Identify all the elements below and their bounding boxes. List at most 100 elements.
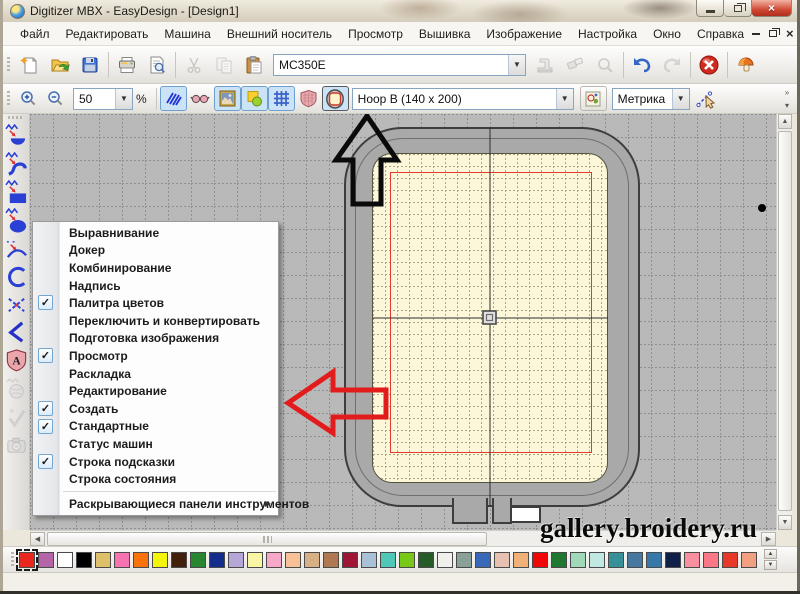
toolbar-grip[interactable]: [7, 91, 10, 107]
palette-color-27[interactable]: [513, 552, 529, 568]
restore-button[interactable]: [724, 0, 752, 17]
palette-color-4[interactable]: [76, 552, 92, 568]
palette-color-9[interactable]: [171, 552, 187, 568]
context-menu-item[interactable]: Выравнивание: [33, 224, 278, 242]
menu-item-Окно[interactable]: Окно: [645, 23, 689, 45]
menu-item-Файл[interactable]: Файл: [12, 23, 58, 45]
apply-tool[interactable]: [4, 402, 29, 430]
zoom-out-button[interactable]: [42, 86, 69, 111]
paste-button[interactable]: [239, 50, 269, 80]
toolbar-grip[interactable]: [11, 552, 14, 568]
palette-color-7[interactable]: [133, 552, 149, 568]
context-menu-item[interactable]: Строка состояния: [33, 470, 278, 488]
palette-color-1[interactable]: [19, 552, 35, 568]
new-design-button[interactable]: [15, 50, 45, 80]
context-menu-item[interactable]: Статус машин: [33, 435, 278, 453]
reshape-button[interactable]: [694, 86, 721, 111]
palette-color-30[interactable]: [570, 552, 586, 568]
palette-color-13[interactable]: [247, 552, 263, 568]
open-design-button[interactable]: [45, 50, 75, 80]
vertical-scrollbar[interactable]: ▲ ▼: [776, 114, 792, 530]
menu-item-Внешний носитель[interactable]: Внешний носитель: [219, 23, 340, 45]
menu-item-Редактировать[interactable]: Редактировать: [58, 23, 157, 45]
digitize-rectangle-tool[interactable]: [4, 178, 29, 206]
show-hoop-toggle[interactable]: [322, 86, 349, 111]
close-design-button[interactable]: [694, 50, 724, 80]
dropdown-arrow-icon[interactable]: ▼: [556, 89, 573, 109]
dropdown-arrow-icon[interactable]: ▼: [508, 55, 525, 75]
hoop-center-marker[interactable]: [483, 311, 496, 324]
palette-color-24[interactable]: [456, 552, 472, 568]
stitch-tool[interactable]: [4, 374, 29, 402]
design-wizard-button[interactable]: [731, 50, 761, 80]
context-menu-item[interactable]: Раскрывающиеся панели инструментов▶: [33, 495, 278, 513]
menu-item-Настройка[interactable]: Настройка: [570, 23, 645, 45]
palette-color-14[interactable]: [266, 552, 282, 568]
cut-button[interactable]: [179, 50, 209, 80]
palette-color-22[interactable]: [418, 552, 434, 568]
title-bar[interactable]: Digitizer MBX - EasyDesign - [Design1] ×: [0, 0, 800, 22]
context-menu-item[interactable]: Подготовка изображения: [33, 330, 278, 348]
palette-color-20[interactable]: [380, 552, 396, 568]
palette-color-12[interactable]: [228, 552, 244, 568]
context-menu-item[interactable]: Надпись: [33, 277, 278, 295]
palette-color-37[interactable]: [703, 552, 719, 568]
show-objects-toggle[interactable]: [241, 86, 268, 111]
units-select[interactable]: Метрика ▼: [612, 88, 690, 110]
palette-color-33[interactable]: [627, 552, 643, 568]
copy-button[interactable]: [209, 50, 239, 80]
menu-item-Машина[interactable]: Машина: [156, 23, 218, 45]
context-menu-item[interactable]: ✓Создать: [33, 400, 278, 418]
palette-color-19[interactable]: [361, 552, 377, 568]
lettering-monogram-tool[interactable]: A: [4, 346, 29, 374]
palette-up-button[interactable]: ▲: [764, 549, 777, 559]
menu-item-Просмотр[interactable]: Просмотр: [340, 23, 411, 45]
context-menu-item[interactable]: ✓Просмотр: [33, 347, 278, 365]
palette-down-button[interactable]: ▼: [764, 560, 777, 570]
context-menu-item[interactable]: ✓Стандартные: [33, 418, 278, 436]
show-grid-toggle[interactable]: [268, 86, 295, 111]
palette-color-3[interactable]: [57, 552, 73, 568]
minimize-button[interactable]: [696, 0, 724, 17]
palette-color-17[interactable]: [323, 552, 339, 568]
scroll-left-button[interactable]: ◀: [30, 532, 45, 546]
context-menu-item[interactable]: Докер: [33, 242, 278, 260]
palette-color-32[interactable]: [608, 552, 624, 568]
scroll-right-button[interactable]: ▶: [761, 532, 776, 546]
palette-color-6[interactable]: [114, 552, 130, 568]
mdi-close-button[interactable]: ×: [786, 27, 794, 40]
dropdown-arrow-icon[interactable]: ▼: [672, 89, 689, 109]
context-menu-item[interactable]: Редактирование: [33, 382, 278, 400]
zoom-in-button[interactable]: [15, 86, 42, 111]
palette-spinner[interactable]: ▲ ▼: [764, 549, 777, 570]
context-menu-item[interactable]: ✓Строка подсказки: [33, 453, 278, 471]
send-to-machine-button[interactable]: [530, 50, 560, 80]
mdi-restore-button[interactable]: [769, 30, 777, 37]
scroll-down-button[interactable]: ▼: [778, 515, 792, 530]
toolbar-overflow-button[interactable]: »▾: [781, 86, 793, 112]
menu-item-Вышивка[interactable]: Вышивка: [411, 23, 479, 45]
palette-color-21[interactable]: [399, 552, 415, 568]
palette-color-34[interactable]: [646, 552, 662, 568]
palette-color-16[interactable]: [304, 552, 320, 568]
palette-color-11[interactable]: [209, 552, 225, 568]
palette-color-35[interactable]: [665, 552, 681, 568]
palette-color-29[interactable]: [551, 552, 567, 568]
vertical-scroll-thumb[interactable]: [778, 131, 792, 511]
palette-color-15[interactable]: [285, 552, 301, 568]
toolbar-grip[interactable]: [7, 57, 10, 73]
context-menu-item[interactable]: Комбинирование: [33, 259, 278, 277]
select-reshape-tool[interactable]: [4, 318, 29, 346]
palette-color-36[interactable]: [684, 552, 700, 568]
digitize-curve-tool[interactable]: [4, 150, 29, 178]
machine-select[interactable]: MC350E ▼: [273, 54, 526, 76]
menu-item-Изображение[interactable]: Изображение: [478, 23, 570, 45]
show-stitches-toggle[interactable]: [160, 86, 187, 111]
palette-color-28[interactable]: [532, 552, 548, 568]
undo-button[interactable]: [627, 50, 657, 80]
palette-color-18[interactable]: [342, 552, 358, 568]
show-needle-points-toggle[interactable]: [187, 86, 214, 111]
menu-item-Справка[interactable]: Справка: [689, 23, 752, 45]
context-menu-item[interactable]: Переключить и конвертировать: [33, 312, 278, 330]
palette-color-5[interactable]: [95, 552, 111, 568]
